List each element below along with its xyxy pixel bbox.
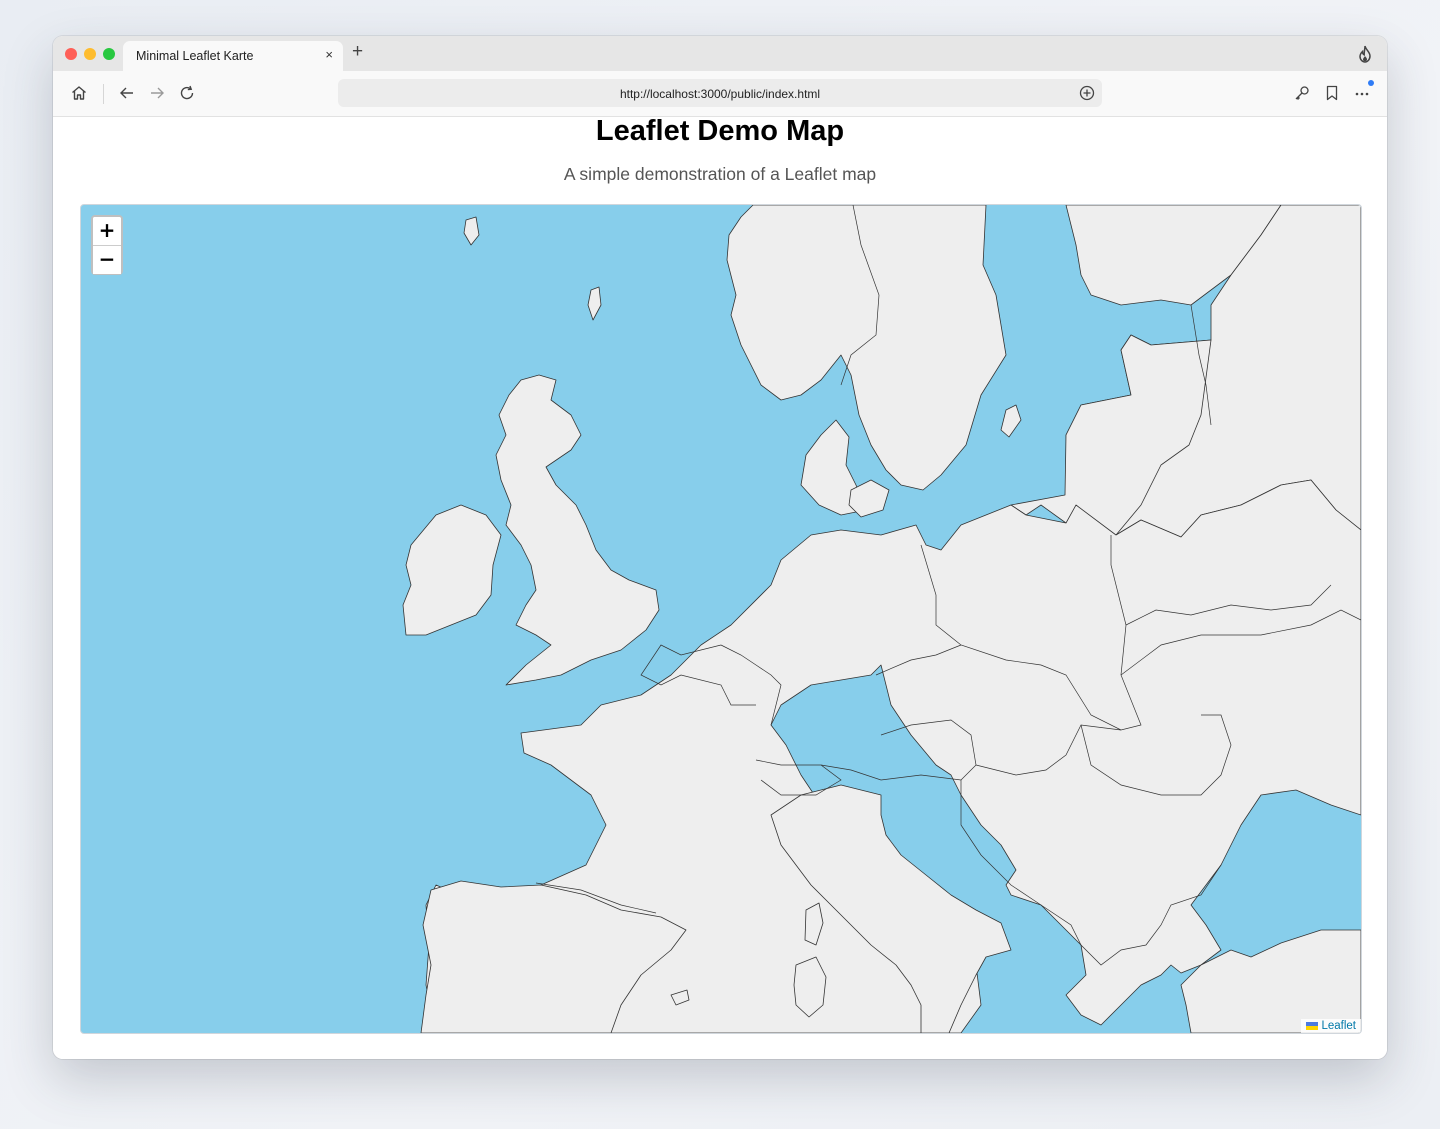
page-title: Leaflet Demo Map — [595, 115, 845, 147]
fire-icon[interactable] — [1357, 45, 1373, 63]
more-menu-icon[interactable] — [1353, 84, 1371, 102]
europe-map-layer[interactable] — [81, 205, 1361, 1033]
map-attribution[interactable]: Leaflet — [1301, 1019, 1361, 1033]
tab-title: Minimal Leaflet Karte — [136, 49, 254, 63]
page-subtitle: A simple demonstration of a Leaflet map — [563, 164, 877, 184]
bookmark-icon[interactable] — [1323, 84, 1341, 102]
gotland-island — [1000, 404, 1022, 438]
address-bar[interactable]: http://localhost:3000/public/index.html — [338, 79, 1102, 107]
minimize-window-button[interactable] — [84, 48, 96, 60]
notification-dot — [1368, 80, 1374, 86]
ireland — [402, 504, 502, 636]
url-text[interactable]: http://localhost:3000/public/index.html — [338, 87, 1102, 101]
scandinavia-landmass — [726, 205, 1007, 491]
northern-isles — [463, 216, 480, 246]
zoom-out-button[interactable]: − — [93, 246, 121, 274]
new-tab-button[interactable]: + — [352, 42, 363, 62]
home-icon[interactable] — [70, 84, 88, 102]
leaflet-map[interactable]: + − Leaflet — [80, 204, 1362, 1034]
page-content: Leaflet Demo Map A simple demonstration … — [53, 115, 1387, 1059]
great-britain — [495, 374, 660, 686]
attribution-link[interactable]: Leaflet — [1321, 1020, 1356, 1032]
browser-toolbar: http://localhost:3000/public/index.html — [53, 71, 1387, 117]
tab-close-icon[interactable]: × — [325, 47, 333, 62]
maximize-window-button[interactable] — [103, 48, 115, 60]
browser-window: Minimal Leaflet Karte × + http://localho… — [53, 36, 1387, 1059]
close-window-button[interactable] — [65, 48, 77, 60]
reload-icon[interactable] — [178, 84, 196, 102]
forward-arrow-icon[interactable] — [148, 84, 166, 102]
toolbar-divider — [103, 84, 104, 104]
zoom-in-button[interactable]: + — [93, 217, 121, 246]
reader-chat-icon[interactable] — [1078, 84, 1096, 102]
browser-tab[interactable]: Minimal Leaflet Karte × — [123, 41, 343, 71]
key-icon[interactable] — [1293, 84, 1311, 102]
ukraine-flag-icon — [1306, 1022, 1319, 1030]
back-arrow-icon[interactable] — [118, 84, 136, 102]
zoom-control: + − — [91, 215, 123, 275]
faroe-like-isle — [587, 286, 602, 321]
tab-bar: Minimal Leaflet Karte × + — [53, 36, 1387, 71]
